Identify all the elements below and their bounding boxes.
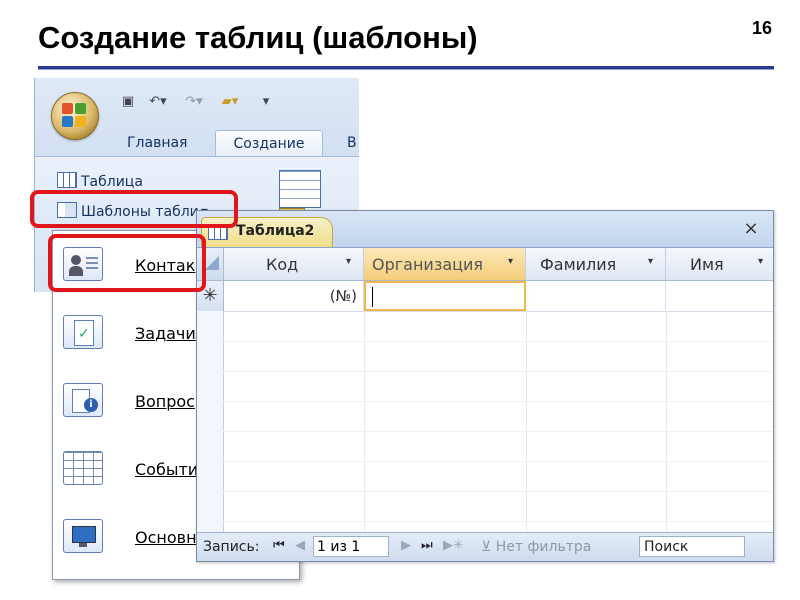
chevron-down-icon[interactable]: ▾	[648, 256, 653, 267]
save-icon[interactable]: ▣	[119, 94, 137, 110]
column-label: Код	[266, 255, 299, 274]
close-icon[interactable]: ×	[739, 217, 763, 241]
template-label: Вопрос	[135, 392, 195, 411]
table-icon	[57, 172, 77, 188]
open-folder-icon[interactable]: ▰▾	[215, 94, 245, 110]
page-number: 16	[752, 18, 773, 38]
column-label: Фамилия	[540, 255, 617, 274]
filter-label: Нет фильтра	[495, 539, 592, 555]
search-input[interactable]: Поиск	[639, 536, 745, 557]
column-label: Организация	[372, 255, 484, 274]
assets-monitor-icon	[63, 519, 103, 553]
first-record-icon[interactable]: ⏮	[273, 538, 285, 553]
record-position-value: 1 из 1	[317, 539, 361, 555]
chevron-down-icon[interactable]: ▾	[508, 256, 513, 267]
next-record-icon[interactable]: ▶	[401, 538, 411, 553]
new-record-nav-icon[interactable]: ▶✳	[443, 538, 464, 553]
last-record-icon[interactable]: ⏭	[421, 538, 433, 553]
record-label: Запись:	[203, 539, 260, 555]
cell-kod[interactable]: (№)	[224, 281, 364, 311]
search-placeholder: Поиск	[644, 539, 689, 555]
grid-line	[223, 401, 773, 402]
grid-line	[364, 311, 365, 532]
record-position-field[interactable]: 1 из 1	[313, 536, 389, 557]
column-label: Имя	[690, 255, 724, 274]
title-underline-shadow	[38, 69, 774, 70]
table-button[interactable]: Таблица	[57, 172, 143, 190]
customize-qat-icon[interactable]: ▾	[259, 94, 273, 110]
autonumber-placeholder: (№)	[329, 287, 357, 305]
cell-first-name[interactable]	[666, 281, 773, 311]
grid-line	[223, 521, 773, 522]
previous-record-icon[interactable]: ◀	[295, 538, 305, 553]
table-design-icon[interactable]	[279, 170, 321, 208]
column-header-kod[interactable]: Код ▾	[224, 248, 364, 280]
chevron-down-icon[interactable]: ▾	[758, 256, 763, 267]
grid-line	[526, 311, 527, 532]
tab-create[interactable]: Создание	[215, 130, 323, 157]
grid-line	[223, 341, 773, 342]
new-record-row: ✳ (№)	[197, 281, 773, 312]
filter-icon: ⊻	[481, 539, 492, 555]
redo-icon[interactable]: ↷▾	[181, 94, 207, 110]
document-tab-label: Таблица2	[236, 223, 315, 239]
column-header-organization[interactable]: Организация ▾	[364, 248, 526, 280]
tab-next[interactable]: В	[347, 130, 357, 156]
grid-line	[666, 311, 667, 532]
datasheet-grid: Код ▾ Организация ▾ Фамилия ▾ Имя ▾ ✳ (№…	[197, 248, 773, 532]
cell-last-name[interactable]	[526, 281, 666, 311]
tasks-clipboard-icon: ✓	[63, 315, 103, 349]
template-label: Основн	[135, 528, 197, 547]
grid-line	[223, 491, 773, 492]
chevron-down-icon[interactable]: ▾	[346, 256, 351, 267]
column-header-last-name[interactable]: Фамилия ▾	[526, 248, 666, 280]
document-tab-bar: Таблица2 ×	[197, 211, 773, 248]
filter-status[interactable]: ⊻ Нет фильтра	[481, 539, 591, 555]
tab-home[interactable]: Главная	[127, 130, 187, 156]
datasheet-window: Таблица2 × Код ▾ Организация ▾ Фамилия ▾…	[196, 210, 774, 562]
slide-title: Создание таблиц (шаблоны)	[38, 20, 478, 55]
office-button[interactable]	[51, 92, 99, 140]
events-calendar-icon	[63, 451, 103, 485]
column-header-first-name[interactable]: Имя ▾	[666, 248, 773, 280]
record-navigation-bar: Запись: ⏮ ◀ 1 из 1 ▶ ⏭ ▶✳ ⊻ Нет фильтра …	[197, 532, 773, 561]
office-logo-icon	[62, 103, 86, 127]
highlight-contacts-template	[48, 234, 206, 292]
header-row: Код ▾ Организация ▾ Фамилия ▾ Имя ▾	[197, 248, 773, 281]
cell-organization[interactable]	[364, 281, 526, 311]
table-button-label: Таблица	[81, 174, 143, 190]
highlight-templates-button	[30, 190, 238, 228]
grid-line	[223, 461, 773, 462]
row-selector-column	[197, 311, 224, 532]
issues-info-icon: i	[63, 383, 103, 417]
template-label: Задачи	[135, 324, 196, 343]
undo-icon[interactable]: ↶▾	[145, 94, 171, 110]
grid-line	[223, 431, 773, 432]
text-cursor	[372, 287, 373, 307]
grid-line	[223, 371, 773, 372]
